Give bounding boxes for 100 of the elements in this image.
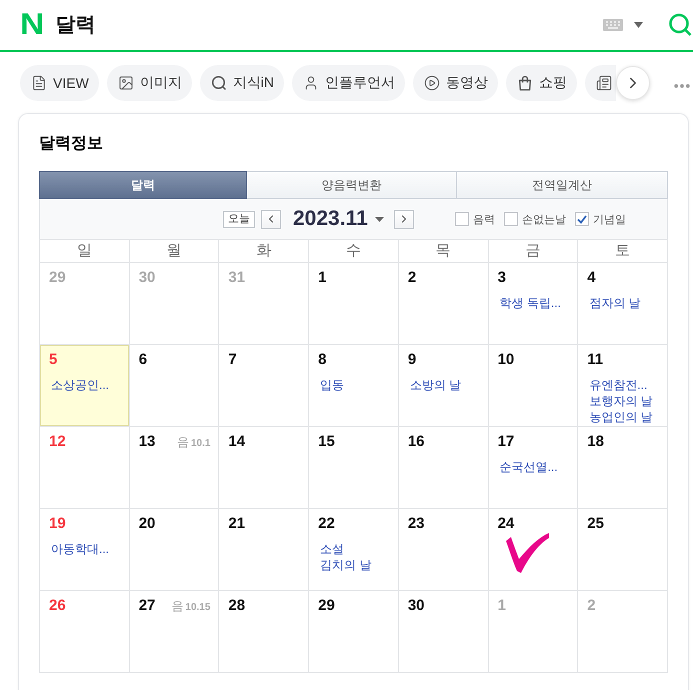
date-number: 25 — [587, 514, 604, 534]
event-label: 유엔참전... — [589, 377, 648, 393]
today-button[interactable]: 오늘 — [223, 210, 255, 228]
category-tab[interactable] — [585, 65, 616, 101]
date-number: 1 — [498, 596, 506, 616]
event-label: 소상공인... — [51, 377, 110, 393]
day-cell[interactable]: 15 — [309, 427, 399, 509]
date-number: 19 — [49, 514, 66, 534]
date-number: 23 — [408, 514, 425, 534]
day-cell[interactable]: 20 — [130, 509, 220, 591]
image-icon — [118, 75, 134, 91]
day-cell[interactable]: 13 음 10.1 — [130, 427, 220, 509]
day-cell[interactable]: 29 — [309, 591, 399, 673]
caret-icon — [374, 216, 384, 222]
calendar-tab[interactable]: 달력 — [39, 171, 247, 199]
day-cell[interactable]: 2 — [398, 263, 489, 345]
newspaper-icon — [596, 75, 612, 91]
date-number: 6 — [138, 350, 148, 370]
day-cell[interactable]: 4 점자의 날 — [578, 263, 668, 345]
day-cell[interactable]: 7 — [219, 345, 310, 427]
checkbox[interactable] — [504, 212, 518, 226]
calendar-tab[interactable]: 전역일계산 — [457, 171, 668, 199]
checkbox[interactable] — [574, 212, 589, 226]
event-label: 보행자의 날 — [589, 393, 654, 409]
card-title: 달력정보 — [39, 134, 104, 154]
next-month-button[interactable] — [394, 210, 414, 228]
day-cell[interactable]: 26 — [40, 591, 130, 673]
magnifier-icon — [210, 75, 227, 91]
date-number: 22 — [318, 514, 335, 534]
event-label: 학생 독립... — [500, 295, 562, 311]
date-number: 8 — [318, 350, 326, 370]
keyboard-icon[interactable] — [603, 19, 623, 31]
category-tab[interactable]: 동영상 — [413, 65, 498, 101]
day-cell[interactable]: 6 — [130, 345, 220, 427]
date-number: 24 — [498, 514, 514, 534]
weekday-header: 금 — [488, 240, 578, 262]
month-selector[interactable]: 2023.11 — [293, 207, 384, 231]
day-cell[interactable]: 24 — [488, 509, 578, 591]
category-tab[interactable]: 지식iN — [200, 65, 284, 101]
checkbox-label: 음력 — [472, 212, 495, 226]
checkbox-label: 손없는날 — [522, 212, 566, 226]
event-label: 농업인의 날 — [589, 409, 654, 425]
lunar-date: 음 10.15 — [171, 598, 210, 614]
day-cell[interactable]: 21 — [219, 509, 310, 591]
weekday-header: 수 — [309, 240, 399, 262]
event-label: 소방의 날 — [410, 377, 462, 393]
day-cell[interactable]: 27 음 10.15 — [130, 591, 220, 673]
date-number: 27 — [138, 596, 156, 616]
date-number: 9 — [408, 350, 416, 370]
document-icon — [31, 75, 47, 91]
day-cell[interactable]: 5 소상공인... — [40, 345, 130, 427]
date-number: 5 — [49, 350, 58, 370]
caret-icon[interactable] — [634, 22, 643, 28]
date-number: 29 — [318, 596, 335, 616]
date-number: 17 — [498, 432, 514, 452]
weekday-header: 토 — [578, 240, 668, 262]
date-number: 3 — [498, 268, 506, 288]
day-cell[interactable]: 17 순국선열... — [488, 427, 578, 509]
weekday-header: 목 — [398, 240, 489, 262]
prev-month-button[interactable] — [261, 210, 281, 228]
date-number: 21 — [228, 514, 246, 534]
day-cell[interactable]: 19 아동학대... — [40, 509, 130, 591]
category-tab[interactable]: VIEW — [20, 65, 99, 101]
lunar-date: 음 10.1 — [176, 434, 210, 450]
day-cell[interactable]: 28 — [219, 591, 310, 673]
day-cell[interactable]: 9 소방의 날 — [398, 345, 489, 427]
event-label: 입동 — [320, 377, 346, 393]
date-number: 12 — [49, 432, 66, 452]
weekday-header: 화 — [219, 240, 310, 262]
date-number: 16 — [408, 432, 425, 452]
day-cell[interactable]: 18 — [578, 427, 668, 509]
check-icon — [576, 214, 587, 224]
date-number: 26 — [49, 596, 66, 616]
day-cell[interactable]: 8 입동 — [309, 345, 399, 427]
day-cell[interactable]: 30 — [398, 591, 489, 673]
day-cell[interactable]: 22 소설 김치의 날 — [309, 509, 399, 591]
category-tab[interactable]: 인플루언서 — [292, 65, 406, 101]
day-cell[interactable]: 23 — [398, 509, 489, 591]
page-title: 달력 — [56, 13, 96, 37]
date-number: 10 — [498, 350, 514, 370]
event-label: 소설 — [320, 541, 346, 557]
day-cell[interactable]: 10 — [488, 345, 578, 427]
category-tab[interactable]: 이미지 — [106, 65, 192, 101]
day-cell[interactable]: 14 — [219, 427, 310, 509]
checkbox[interactable] — [454, 212, 469, 226]
search-icon[interactable] — [668, 13, 692, 37]
calendar-tab[interactable]: 양음력변환 — [247, 171, 457, 199]
day-cell[interactable]: 11 유엔참전... 보행자의 날 농업인의 날 — [578, 345, 668, 427]
day-cell[interactable]: 16 — [398, 427, 489, 509]
date-number: 18 — [587, 432, 604, 452]
date-number: 15 — [318, 432, 335, 452]
date-number: 2 — [587, 596, 596, 616]
bag-icon — [517, 75, 534, 91]
day-cell[interactable]: 25 — [578, 509, 668, 591]
checkbox-label: 기념일 — [592, 212, 626, 226]
day-cell[interactable]: 1 — [309, 263, 399, 345]
day-cell[interactable]: 3 학생 독립... — [488, 263, 578, 345]
day-cell[interactable]: 12 — [40, 427, 130, 509]
category-tab[interactable]: 쇼핑 — [506, 65, 578, 101]
date-number: 4 — [587, 268, 596, 288]
